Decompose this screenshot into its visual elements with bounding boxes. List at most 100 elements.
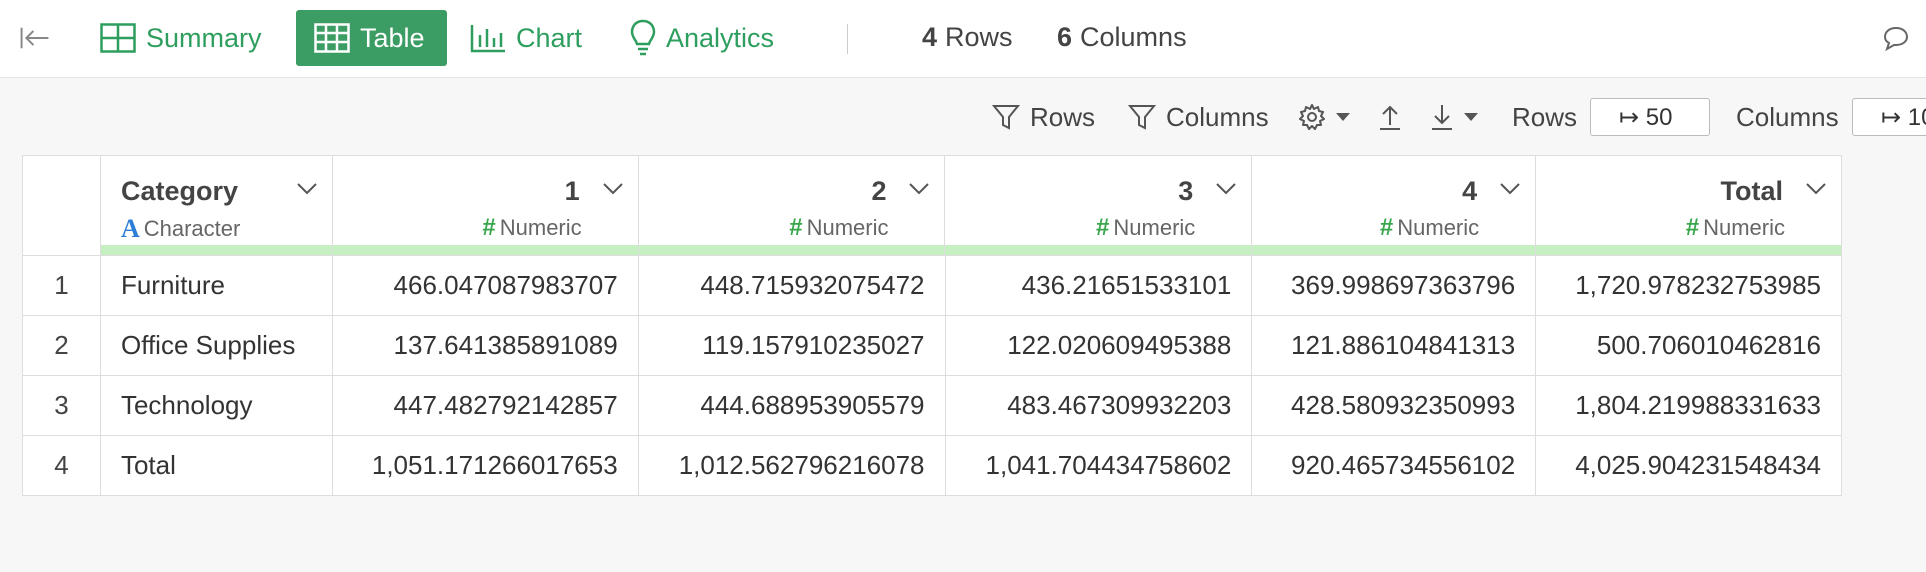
table-cell[interactable]: 500.706010462816: [1536, 316, 1842, 375]
table-cell[interactable]: 119.157910235027: [639, 316, 946, 375]
table-cell[interactable]: 447.482792142857: [333, 376, 639, 435]
chevron-down-icon[interactable]: [1215, 182, 1237, 196]
table-cell[interactable]: 1,720.978232753985: [1536, 256, 1842, 315]
chevron-down-icon[interactable]: [1499, 182, 1521, 196]
rows-limit-input[interactable]: ↦ 50: [1590, 98, 1710, 136]
table-cell[interactable]: 436.21651533101: [946, 256, 1253, 315]
table-row: 1 Furniture 466.047087983707 448.7159320…: [23, 256, 1842, 316]
column-name: 2: [871, 176, 887, 206]
row-index: 1: [23, 256, 101, 315]
table-cell[interactable]: 137.641385891089: [333, 316, 639, 375]
download-icon: [1432, 105, 1452, 130]
numeric-type-icon: #: [1096, 214, 1110, 241]
filter-columns-button[interactable]: Columns: [1128, 92, 1269, 142]
row-index: 4: [23, 436, 101, 495]
column-name: 3: [1178, 176, 1194, 206]
column-header[interactable]: 3 # Numeric: [945, 156, 1253, 255]
column-quality-bar: [638, 245, 945, 255]
column-count: 6 Columns: [1057, 22, 1187, 53]
filter-icon: [1128, 105, 1156, 130]
chevron-down-icon[interactable]: [1805, 182, 1827, 196]
row-count: 4 Rows: [922, 22, 1013, 53]
nav-divider: [847, 24, 848, 54]
column-type: # Numeric: [1380, 214, 1479, 242]
column-header[interactable]: Total # Numeric: [1536, 156, 1842, 255]
upload-button[interactable]: [1378, 92, 1412, 142]
table-cell[interactable]: 466.047087983707: [333, 256, 639, 315]
row-index: 2: [23, 316, 101, 375]
column-count-label: Columns: [1080, 22, 1187, 52]
lightbulb-icon: [630, 19, 656, 56]
column-type-label: Numeric: [806, 215, 889, 240]
column-quality-bar: [100, 245, 332, 255]
table-cell[interactable]: 920.465734556102: [1252, 436, 1537, 495]
download-dropdown[interactable]: [1430, 92, 1488, 142]
filter-icon: [992, 105, 1020, 130]
column-header[interactable]: 2 # Numeric: [638, 156, 946, 255]
row-index-header: [23, 156, 101, 255]
filter-rows-label: Rows: [1030, 101, 1096, 132]
tab-summary[interactable]: Summary: [100, 10, 262, 66]
settings-dropdown[interactable]: [1298, 92, 1360, 142]
table-cell[interactable]: 1,012.562796216078: [639, 436, 946, 495]
caret-down-icon: [1464, 113, 1478, 121]
column-header[interactable]: 4 # Numeric: [1252, 156, 1537, 255]
tab-table[interactable]: Table: [296, 10, 447, 66]
table-icon: [314, 23, 350, 53]
row-count-label: Rows: [945, 22, 1013, 52]
numeric-type-icon: #: [1685, 214, 1700, 241]
comment-button[interactable]: [1882, 24, 1910, 57]
table-cell[interactable]: 428.580932350993: [1252, 376, 1537, 435]
columns-limit-input[interactable]: ↦ 10: [1852, 98, 1926, 136]
table-cell[interactable]: 369.998697363796: [1252, 256, 1537, 315]
comment-icon: [1883, 26, 1909, 52]
caret-down-icon: [1336, 113, 1350, 121]
table-row: 3 Technology 447.482792142857 444.688953…: [23, 376, 1842, 436]
rows-limit-label: Rows: [1512, 101, 1578, 132]
table-cell[interactable]: 121.886104841313: [1252, 316, 1537, 375]
table-cell[interactable]: 483.467309932203: [946, 376, 1253, 435]
table-cell[interactable]: 448.715932075472: [639, 256, 946, 315]
column-name: 4: [1462, 176, 1478, 206]
column-quality-bar: [1252, 245, 1536, 255]
chart-icon: [470, 25, 505, 53]
table-toolbar: Rows Columns Rows ↦ 50 Columns ↦ 10: [0, 92, 1926, 142]
column-type-label: Character: [143, 216, 241, 241]
table-cell[interactable]: 4,025.904231548434: [1536, 436, 1842, 495]
table-cell[interactable]: Office Supplies: [101, 316, 333, 375]
table-cell[interactable]: 1,804.219988331633: [1536, 376, 1842, 435]
table-cell[interactable]: 444.688953905579: [639, 376, 946, 435]
chevron-down-icon[interactable]: [296, 182, 318, 196]
row-index: 3: [23, 376, 101, 435]
column-type-label: Numeric: [1703, 215, 1785, 240]
column-quality-bar: [332, 245, 638, 255]
column-type-label: Numeric: [1113, 215, 1196, 240]
table-cell[interactable]: Furniture: [101, 256, 333, 315]
table-cell[interactable]: 1,041.704434758602: [946, 436, 1253, 495]
upload-icon: [1380, 105, 1400, 130]
numeric-type-icon: #: [482, 214, 496, 241]
gear-icon: [1299, 104, 1325, 130]
tab-chart-label: Chart: [516, 22, 583, 53]
table-cell[interactable]: 122.020609495388: [946, 316, 1253, 375]
chevron-down-icon[interactable]: [908, 182, 930, 196]
column-header[interactable]: 1 # Numeric: [332, 156, 639, 255]
table-cell[interactable]: Total: [101, 436, 333, 495]
character-type-icon: A: [120, 214, 140, 243]
chevron-down-icon[interactable]: [602, 182, 624, 196]
tab-summary-label: Summary: [146, 22, 262, 53]
filter-columns-label: Columns: [1166, 101, 1269, 132]
summary-icon: [100, 23, 136, 53]
table-cell[interactable]: Technology: [101, 376, 333, 435]
column-type: # Numeric: [482, 214, 581, 242]
tab-analytics[interactable]: Analytics: [630, 10, 774, 66]
table-cell[interactable]: 1,051.171266017653: [333, 436, 639, 495]
tab-table-label: Table: [360, 22, 425, 53]
column-type: A Character: [121, 214, 240, 244]
tab-chart[interactable]: Chart: [470, 10, 582, 66]
column-header[interactable]: Category A Character: [100, 156, 333, 255]
filter-rows-button[interactable]: Rows: [992, 92, 1095, 142]
column-name: Total: [1720, 176, 1783, 206]
column-quality-bar: [1536, 245, 1841, 255]
collapse-sidebar-button[interactable]: [20, 10, 60, 66]
